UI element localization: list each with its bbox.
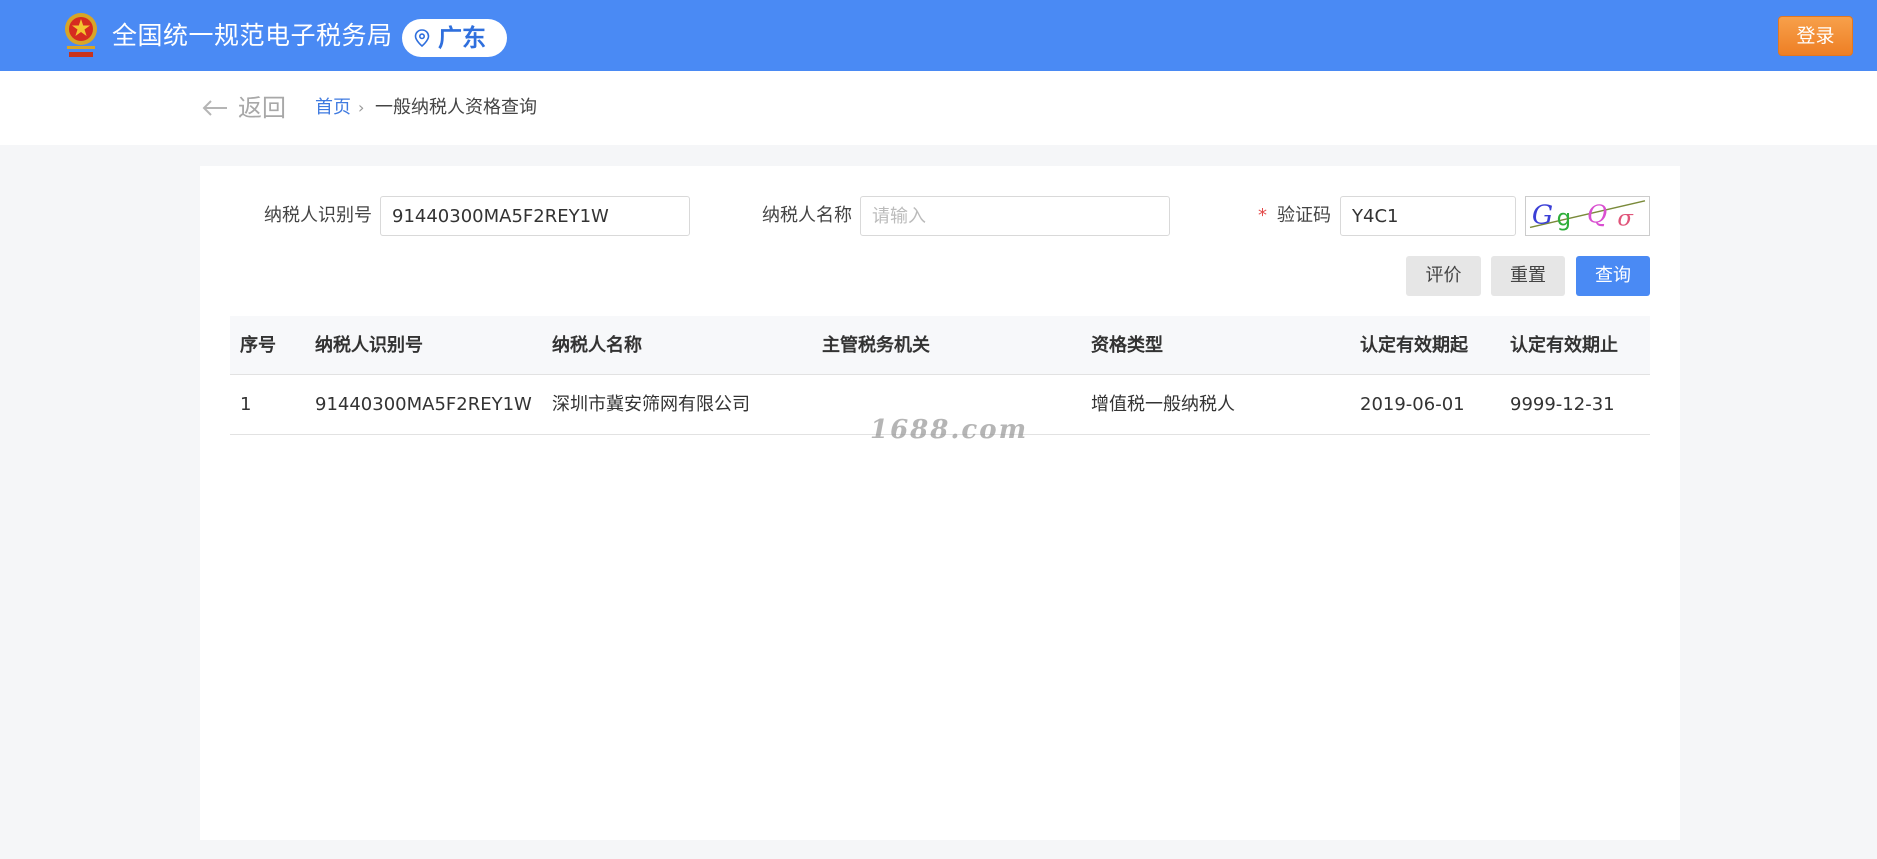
breadcrumb-current-page: 一般纳税人资格查询	[375, 97, 537, 118]
taxpayer-name-label: 纳税人名称	[762, 205, 852, 226]
cell-taxpayer-name: 深圳市冀安筛网有限公司	[552, 394, 750, 415]
column-header-valid-to: 认定有效期止	[1510, 335, 1618, 356]
cell-valid-from: 2019-06-01	[1360, 394, 1465, 415]
query-button[interactable]: 查询	[1576, 256, 1650, 296]
evaluate-button[interactable]: 评价	[1406, 256, 1481, 296]
watermark-text: 1688.com	[870, 415, 1029, 445]
column-header-qualification-type: 资格类型	[1091, 335, 1163, 356]
svg-text:G: G	[1532, 200, 1553, 231]
top-header: 全国统一规范电子税务局 广东 登录	[0, 0, 1877, 71]
svg-text:g: g	[1557, 206, 1571, 232]
captcha-label: 验证码	[1277, 205, 1331, 226]
back-label: 返回	[238, 94, 286, 122]
table-header: 序号 纳税人识别号 纳税人名称 主管税务机关 资格类型 认定有效期起 认定有效期…	[230, 316, 1650, 375]
query-panel: 纳税人识别号 纳税人名称 * 验证码 G g Q σ 评价 重置 查询 序号 纳…	[200, 166, 1680, 840]
taxpayer-id-label: 纳税人识别号	[264, 205, 372, 226]
national-emblem-logo	[65, 13, 97, 57]
taxpayer-id-input[interactable]	[380, 196, 690, 236]
location-pin-icon	[414, 29, 430, 47]
cell-index: 1	[240, 394, 252, 415]
column-header-tax-authority: 主管税务机关	[822, 335, 930, 356]
taxpayer-name-input[interactable]	[860, 196, 1170, 236]
captcha-image[interactable]: G g Q σ	[1525, 196, 1650, 236]
cell-taxpayer-id: 91440300MA5F2REY1W	[315, 394, 532, 415]
cell-qualification-type: 增值税一般纳税人	[1091, 394, 1235, 415]
column-header-valid-from: 认定有效期起	[1360, 335, 1468, 356]
column-header-taxpayer-id: 纳税人识别号	[315, 335, 423, 356]
breadcrumb-home-link[interactable]: 首页	[315, 96, 351, 120]
svg-text:σ: σ	[1617, 206, 1634, 232]
breadcrumb-bar: 返回 首页 › 一般纳税人资格查询	[0, 71, 1877, 145]
cell-valid-to: 9999-12-31	[1510, 394, 1615, 415]
region-label: 广东	[438, 24, 486, 52]
login-button[interactable]: 登录	[1778, 16, 1853, 56]
reset-button[interactable]: 重置	[1491, 256, 1565, 296]
captcha-input[interactable]	[1340, 196, 1516, 236]
svg-text:Q: Q	[1587, 200, 1607, 229]
region-selector[interactable]: 广东	[402, 19, 507, 57]
arrow-left-icon	[202, 100, 227, 116]
column-header-taxpayer-name: 纳税人名称	[552, 335, 642, 356]
column-header-index: 序号	[240, 335, 276, 356]
site-title: 全国统一规范电子税务局	[112, 21, 393, 50]
breadcrumb-separator: ›	[358, 98, 365, 117]
required-mark: *	[1258, 205, 1267, 226]
